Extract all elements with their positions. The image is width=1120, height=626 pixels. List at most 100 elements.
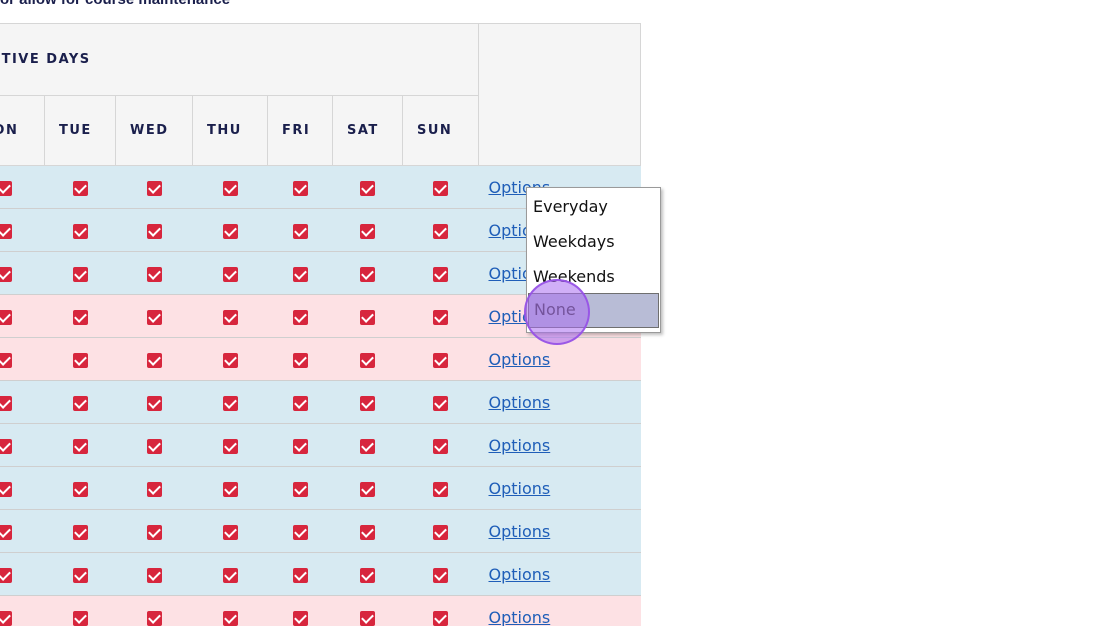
checked-checkbox-icon[interactable] <box>146 309 162 325</box>
options-link[interactable]: Options <box>489 522 551 541</box>
checked-checkbox-icon[interactable] <box>360 309 375 325</box>
checked-checkbox-icon[interactable] <box>292 266 308 282</box>
checked-checkbox-icon[interactable] <box>292 610 308 626</box>
checked-checkbox-icon[interactable] <box>72 438 88 454</box>
checked-checkbox-icon[interactable] <box>222 481 238 497</box>
day-cell-tue <box>44 466 116 510</box>
checked-checkbox-icon[interactable] <box>0 180 12 196</box>
checked-checkbox-icon[interactable] <box>222 524 238 540</box>
checked-checkbox-icon[interactable] <box>222 567 238 583</box>
checked-checkbox-icon[interactable] <box>292 309 308 325</box>
checked-checkbox-icon[interactable] <box>360 438 375 454</box>
day-cell-sun <box>402 337 479 381</box>
checked-checkbox-icon[interactable] <box>0 395 12 411</box>
checked-checkbox-icon[interactable] <box>72 180 88 196</box>
checked-checkbox-icon[interactable] <box>222 309 238 325</box>
checked-checkbox-icon[interactable] <box>146 481 162 497</box>
checked-checkbox-icon[interactable] <box>72 223 88 239</box>
checked-checkbox-icon[interactable] <box>146 438 162 454</box>
checked-checkbox-icon[interactable] <box>72 266 88 282</box>
checked-checkbox-icon[interactable] <box>292 481 308 497</box>
options-link[interactable]: Options <box>489 436 551 455</box>
checked-checkbox-icon[interactable] <box>433 567 448 583</box>
checked-checkbox-icon[interactable] <box>0 266 12 282</box>
checked-checkbox-icon[interactable] <box>292 395 308 411</box>
checked-checkbox-icon[interactable] <box>0 524 12 540</box>
checked-checkbox-icon[interactable] <box>222 395 238 411</box>
checked-checkbox-icon[interactable] <box>0 567 12 583</box>
day-cell-fri <box>267 466 333 510</box>
checked-checkbox-icon[interactable] <box>222 180 238 196</box>
checked-checkbox-icon[interactable] <box>0 438 12 454</box>
checked-checkbox-icon[interactable] <box>360 524 375 540</box>
checked-checkbox-icon[interactable] <box>360 352 375 368</box>
checked-checkbox-icon[interactable] <box>292 352 308 368</box>
checked-checkbox-icon[interactable] <box>433 180 448 196</box>
checked-checkbox-icon[interactable] <box>146 567 162 583</box>
checked-checkbox-icon[interactable] <box>433 438 448 454</box>
checked-checkbox-icon[interactable] <box>72 567 88 583</box>
day-cell-mon <box>0 423 45 467</box>
checked-checkbox-icon[interactable] <box>360 180 375 196</box>
checked-checkbox-icon[interactable] <box>292 524 308 540</box>
checked-checkbox-icon[interactable] <box>72 481 88 497</box>
day-cell-wed <box>115 595 193 626</box>
checked-checkbox-icon[interactable] <box>222 266 238 282</box>
checked-checkbox-icon[interactable] <box>146 266 162 282</box>
options-link[interactable]: Options <box>489 479 551 498</box>
checked-checkbox-icon[interactable] <box>292 180 308 196</box>
checked-checkbox-icon[interactable] <box>146 395 162 411</box>
checked-checkbox-icon[interactable] <box>360 481 375 497</box>
checked-checkbox-icon[interactable] <box>360 567 375 583</box>
day-cell-fri <box>267 552 333 596</box>
checked-checkbox-icon[interactable] <box>433 223 448 239</box>
checked-checkbox-icon[interactable] <box>72 309 88 325</box>
checked-checkbox-icon[interactable] <box>72 524 88 540</box>
dropdown-item-everyday[interactable]: Everyday <box>527 188 660 223</box>
checked-checkbox-icon[interactable] <box>222 610 238 626</box>
checked-checkbox-icon[interactable] <box>433 309 448 325</box>
checked-checkbox-icon[interactable] <box>433 524 448 540</box>
checked-checkbox-icon[interactable] <box>0 223 12 239</box>
checked-checkbox-icon[interactable] <box>433 395 448 411</box>
checked-checkbox-icon[interactable] <box>292 438 308 454</box>
table-row: Options <box>0 423 641 467</box>
options-link[interactable]: Options <box>489 565 551 584</box>
options-dropdown[interactable]: Everyday Weekdays Weekends None <box>526 187 661 333</box>
checked-checkbox-icon[interactable] <box>146 610 162 626</box>
checked-checkbox-icon[interactable] <box>360 395 375 411</box>
dropdown-item-weekdays[interactable]: Weekdays <box>527 223 660 258</box>
checked-checkbox-icon[interactable] <box>360 266 375 282</box>
checked-checkbox-icon[interactable] <box>360 610 375 626</box>
checked-checkbox-icon[interactable] <box>146 180 162 196</box>
checked-checkbox-icon[interactable] <box>433 352 448 368</box>
checked-checkbox-icon[interactable] <box>222 223 238 239</box>
checked-checkbox-icon[interactable] <box>72 395 88 411</box>
checked-checkbox-icon[interactable] <box>72 352 88 368</box>
checked-checkbox-icon[interactable] <box>146 524 162 540</box>
options-link[interactable]: Options <box>489 350 551 369</box>
day-cell-thu <box>192 509 268 553</box>
checked-checkbox-icon[interactable] <box>146 352 162 368</box>
checked-checkbox-icon[interactable] <box>292 567 308 583</box>
day-cell-tue <box>44 552 116 596</box>
checked-checkbox-icon[interactable] <box>433 610 448 626</box>
options-link[interactable]: Options <box>489 608 551 626</box>
dropdown-item-none[interactable]: None <box>528 293 659 328</box>
options-link[interactable]: Options <box>489 393 551 412</box>
checked-checkbox-icon[interactable] <box>0 352 12 368</box>
day-header-thu: THU <box>192 95 268 166</box>
checked-checkbox-icon[interactable] <box>72 610 88 626</box>
dropdown-item-weekends[interactable]: Weekends <box>527 258 660 293</box>
checked-checkbox-icon[interactable] <box>433 481 448 497</box>
checked-checkbox-icon[interactable] <box>146 223 162 239</box>
checked-checkbox-icon[interactable] <box>0 610 12 626</box>
checked-checkbox-icon[interactable] <box>222 352 238 368</box>
checked-checkbox-icon[interactable] <box>0 309 12 325</box>
active-days-header: ACTIVE DAYS <box>0 23 479 96</box>
checked-checkbox-icon[interactable] <box>433 266 448 282</box>
checked-checkbox-icon[interactable] <box>222 438 238 454</box>
checked-checkbox-icon[interactable] <box>360 223 375 239</box>
checked-checkbox-icon[interactable] <box>292 223 308 239</box>
checked-checkbox-icon[interactable] <box>0 481 12 497</box>
